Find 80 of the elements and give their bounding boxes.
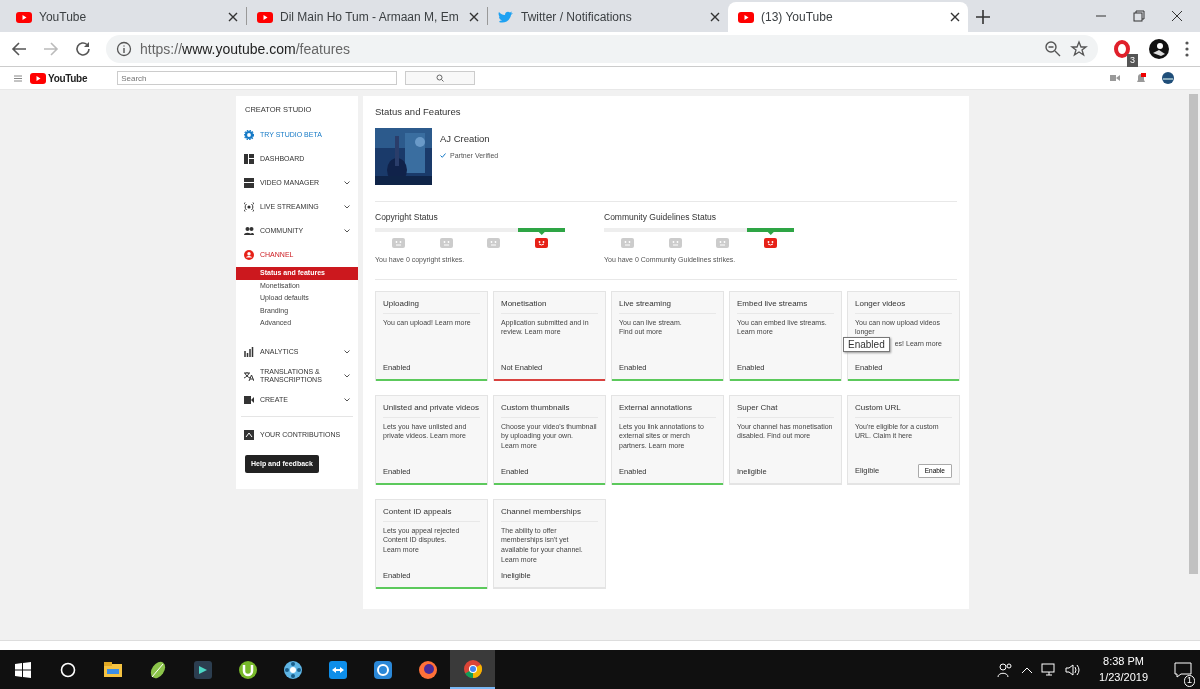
search-icon[interactable] — [59, 661, 76, 678]
people-icon[interactable] — [997, 661, 1014, 678]
sync-icon[interactable] — [372, 659, 393, 680]
close-icon[interactable] — [469, 12, 479, 22]
extension-badge: 3 — [1127, 53, 1138, 67]
feature-title: External annotations — [619, 401, 716, 418]
chevron-up-icon[interactable] — [1021, 665, 1034, 674]
dashboard-icon — [244, 154, 254, 165]
back-icon[interactable] — [10, 40, 28, 58]
menu-icon[interactable] — [14, 74, 22, 82]
camera-icon — [244, 394, 254, 405]
feature-title: Longer videos — [855, 297, 952, 314]
remote-icon[interactable] — [327, 659, 348, 680]
feature-title: Super Chat — [737, 401, 834, 418]
close-icon[interactable] — [228, 12, 238, 22]
info-icon[interactable] — [116, 41, 132, 57]
feature-title: Uploading — [383, 297, 480, 314]
notification-icon[interactable] — [1174, 662, 1192, 679]
translate-icon — [244, 370, 254, 381]
feature-title: Embed live streams — [737, 297, 834, 314]
feature-title: Custom thumbnails — [501, 401, 598, 418]
page-title: Status and Features — [375, 105, 462, 119]
network-icon[interactable] — [1041, 662, 1058, 677]
menu-icon[interactable] — [1184, 40, 1190, 58]
logo-text[interactable]: YouTube — [48, 70, 88, 86]
search-icon — [436, 74, 445, 82]
feature-title: Content ID appeals — [383, 505, 480, 522]
status-title: Copyright Status — [375, 211, 439, 224]
start-icon[interactable] — [14, 661, 31, 678]
chrome-icon[interactable] — [462, 658, 483, 679]
editor-icon[interactable] — [192, 659, 213, 680]
feature-title: Live streaming — [619, 297, 716, 314]
check-icon — [440, 153, 446, 159]
feature-title: Channel memberships — [501, 505, 598, 522]
feature-title: Unlisted and private videos — [383, 401, 480, 418]
person-icon — [244, 250, 254, 261]
feature-title: Custom URL — [855, 401, 952, 418]
clock-date[interactable]: 1/23/2019 — [1099, 669, 1148, 685]
firefox-icon[interactable] — [417, 659, 438, 680]
people-icon — [244, 226, 254, 237]
bell-icon[interactable] — [1136, 72, 1146, 84]
video-camera-icon[interactable] — [1110, 74, 1120, 82]
chevron-icon — [344, 373, 350, 378]
reel-icon[interactable] — [282, 659, 303, 680]
browser-tab[interactable]: (13) YouTube — [728, 2, 968, 32]
channel-name: AJ Creation — [440, 132, 491, 147]
search-field[interactable]: Search — [117, 71, 398, 85]
contributions-icon — [244, 429, 254, 440]
browser-tab[interactable]: YouTube — [6, 2, 246, 32]
close-icon[interactable] — [950, 12, 960, 22]
live-icon — [244, 202, 254, 213]
chart-icon — [244, 346, 254, 357]
video-icon — [244, 178, 254, 189]
hover-tooltip: Enabled — [843, 337, 890, 353]
play-logo-icon[interactable] — [30, 71, 46, 85]
star-icon[interactable] — [1070, 40, 1088, 58]
avatar-icon[interactable] — [1162, 72, 1174, 84]
close-icon[interactable] — [710, 12, 720, 22]
zoom-out-icon[interactable] — [1044, 40, 1062, 58]
youtube-icon — [738, 10, 754, 24]
volume-icon[interactable] — [1065, 662, 1082, 677]
torrent-icon[interactable] — [237, 659, 258, 680]
gear-icon — [244, 130, 254, 141]
youtube-icon — [257, 10, 273, 24]
chevron-icon — [344, 349, 350, 354]
feature-title: Monetisation — [501, 297, 598, 314]
youtube-icon — [16, 10, 32, 24]
browser-tab[interactable]: Dil Main Ho Tum - Armaan M, Em — [247, 2, 487, 32]
chevron-icon — [344, 205, 350, 210]
folder-icon[interactable] — [102, 659, 123, 680]
clock-time[interactable]: 8:38 PM — [1099, 654, 1148, 670]
close-icon[interactable] — [1170, 9, 1184, 23]
chevron-icon — [344, 397, 350, 402]
chevron-icon — [344, 181, 350, 186]
reload-icon[interactable] — [74, 40, 92, 58]
chevron-icon — [344, 229, 350, 234]
bird-icon — [498, 10, 514, 24]
browser-tab[interactable]: Twitter / Notifications — [488, 2, 728, 32]
restore-icon[interactable] — [1132, 9, 1146, 23]
status-title: Community Guidelines Status — [604, 211, 717, 224]
